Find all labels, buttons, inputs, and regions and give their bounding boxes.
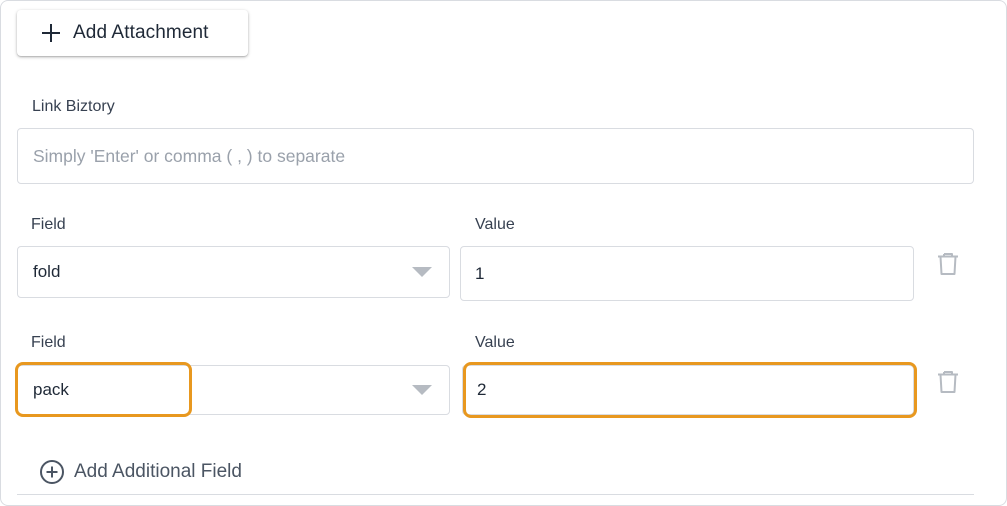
add-attachment-label: Add Attachment bbox=[73, 22, 209, 43]
link-biztory-placeholder: Simply 'Enter' or comma ( , ) to separat… bbox=[33, 145, 346, 166]
field-select-2[interactable]: pack bbox=[17, 365, 450, 415]
value-label-1: Value bbox=[475, 216, 515, 233]
value-input-1[interactable]: 1 bbox=[460, 246, 914, 301]
value-input-2-value: 2 bbox=[477, 380, 487, 399]
caret-down-icon bbox=[412, 267, 432, 277]
form-panel: Add Attachment Link Biztory Simply 'Ente… bbox=[0, 0, 1007, 506]
value-input-1-value: 1 bbox=[475, 263, 485, 283]
add-attachment-button[interactable]: Add Attachment bbox=[17, 10, 248, 56]
value-input-2[interactable]: 2 bbox=[462, 365, 914, 415]
value-label-2: Value bbox=[475, 334, 515, 351]
field-label-2: Field bbox=[31, 334, 66, 351]
field-select-2-value: pack bbox=[33, 380, 69, 399]
link-biztory-input[interactable]: Simply 'Enter' or comma ( , ) to separat… bbox=[17, 128, 974, 184]
link-biztory-label: Link Biztory bbox=[32, 98, 115, 115]
field-label-1: Field bbox=[31, 216, 66, 233]
caret-down-icon bbox=[412, 385, 432, 395]
field-select-1-value: fold bbox=[33, 262, 61, 281]
divider bbox=[17, 494, 974, 495]
plus-circle-icon bbox=[40, 460, 64, 484]
field-select-1[interactable]: fold bbox=[17, 246, 450, 298]
trash-icon[interactable] bbox=[935, 369, 961, 395]
trash-icon[interactable] bbox=[935, 251, 961, 277]
add-additional-field-button[interactable]: Add Additional Field bbox=[39, 459, 242, 485]
plus-icon bbox=[41, 23, 61, 43]
add-additional-field-label: Add Additional Field bbox=[74, 461, 242, 482]
